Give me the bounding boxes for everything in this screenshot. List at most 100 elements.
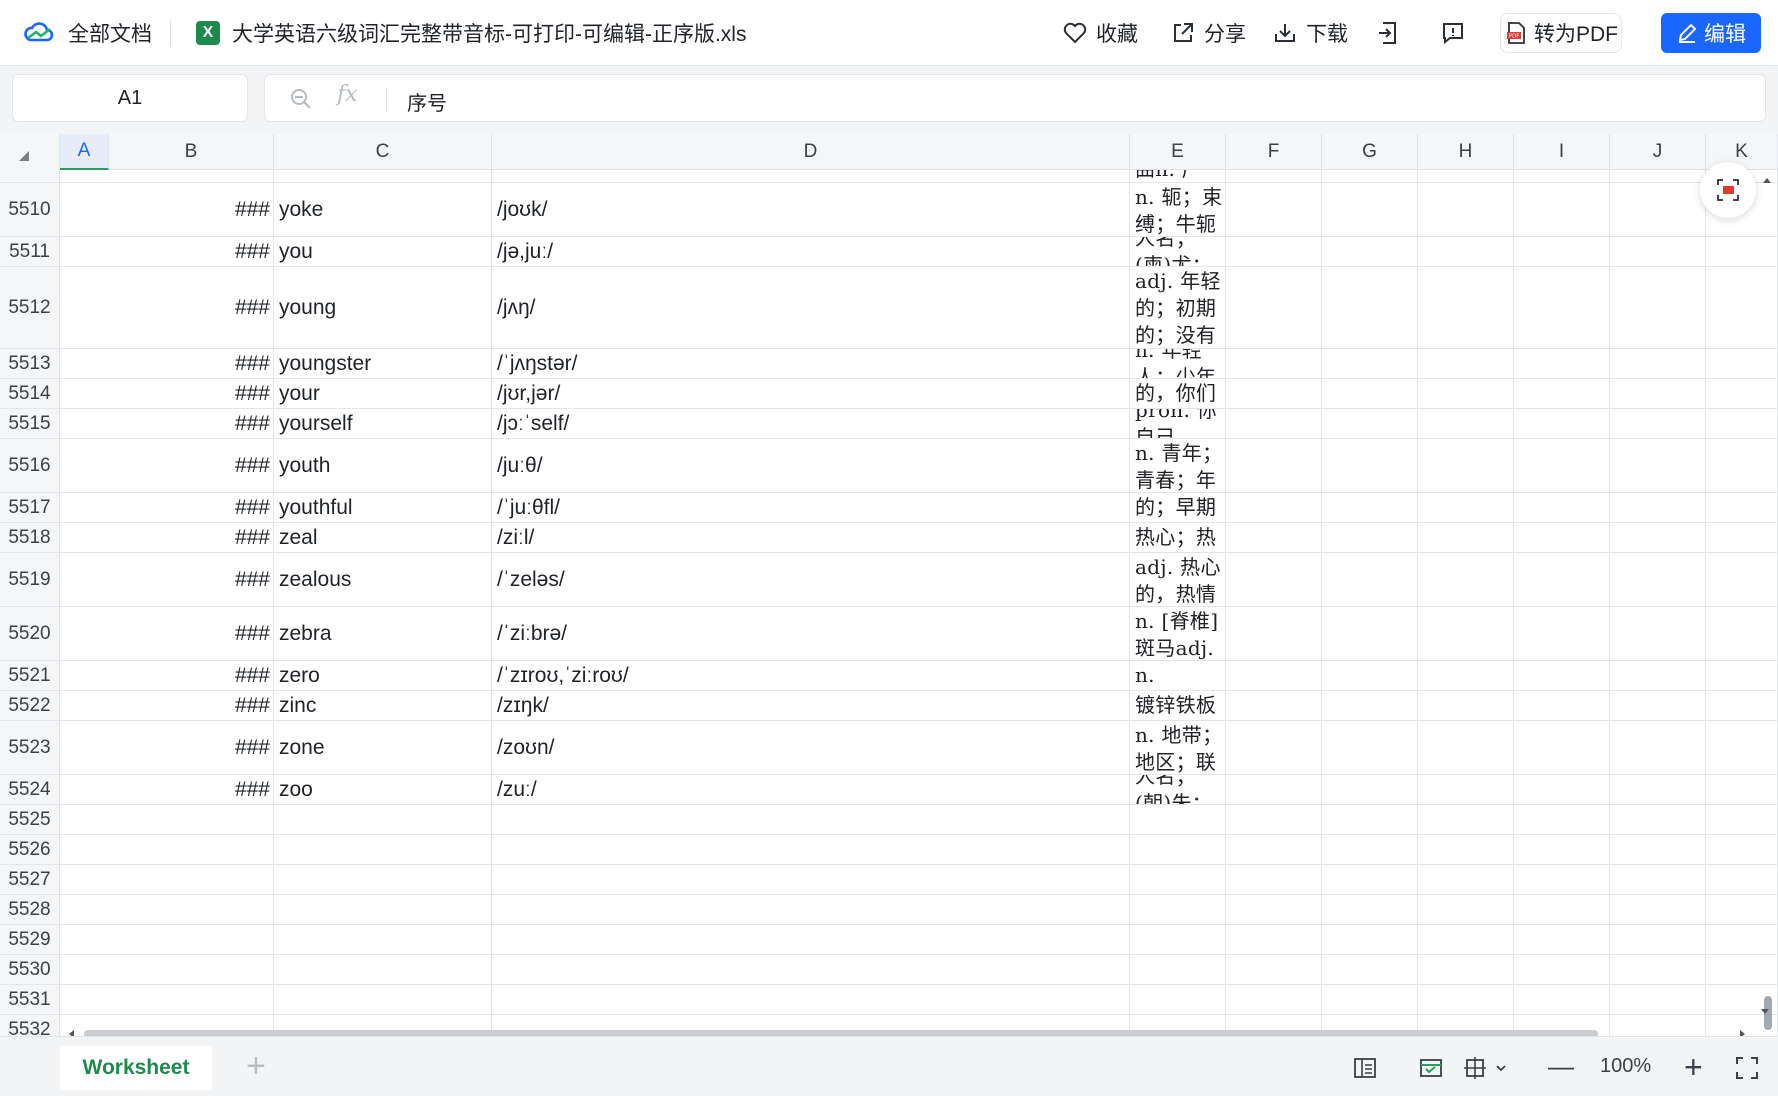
row-header[interactable]: 5513 (0, 349, 60, 378)
cell-a[interactable]: ### (109, 553, 274, 606)
cell-a[interactable] (109, 865, 274, 894)
cell-empty[interactable] (1514, 553, 1610, 606)
cell-d[interactable]: n. 热情；热心；热诚 (1130, 523, 1226, 552)
row-header[interactable]: 5523 (0, 721, 60, 774)
cell-empty[interactable] (1226, 349, 1322, 378)
cell-empty[interactable] (1610, 661, 1706, 690)
cell[interactable] (1418, 170, 1514, 182)
cell-empty[interactable] (1514, 775, 1610, 804)
cell-empty[interactable] (1226, 775, 1322, 804)
edit-button[interactable]: 编辑 (1661, 13, 1761, 53)
cell-d[interactable]: n. 地带；地区；联防vi. 分成区vt. 使分成地带；环绕n. (Zone)人… (1130, 721, 1226, 774)
cell-b[interactable]: zinc (274, 691, 492, 720)
cell-b[interactable]: you (274, 237, 492, 266)
cell-empty[interactable] (1418, 775, 1514, 804)
collect-button[interactable]: 收藏 (1062, 0, 1138, 66)
cell-empty[interactable] (1610, 925, 1706, 954)
cell-empty[interactable] (1514, 267, 1610, 348)
cell-empty[interactable] (1418, 237, 1514, 266)
cell[interactable] (1226, 170, 1322, 182)
column-header-a[interactable]: A (60, 134, 109, 170)
cell-empty[interactable] (1514, 835, 1610, 864)
row-header[interactable]: 5529 (0, 925, 60, 954)
cell-empty[interactable] (1418, 493, 1514, 522)
zoom-in-button[interactable]: + (1684, 1051, 1710, 1083)
cell-d[interactable] (1130, 805, 1226, 834)
cell-d[interactable]: n. 青年；青春；年轻；青少年时期n. (Youth)《芳华》（电影名） (1130, 439, 1226, 492)
cell-c[interactable] (492, 805, 1130, 834)
cell-c[interactable]: /ˈziːbrə/ (492, 607, 1130, 660)
cell-empty[interactable] (1226, 835, 1322, 864)
table-row-partial[interactable]: 曲n. 产量；利润，红利率 (0, 170, 1778, 183)
cell[interactable]: 曲n. 产量；利润，红利率 (1130, 170, 1226, 182)
zoom-out-icon[interactable] (289, 87, 313, 111)
export-icon[interactable] (1376, 20, 1402, 46)
cell-empty[interactable] (1610, 349, 1706, 378)
cell-empty[interactable] (1322, 183, 1418, 236)
cell-d[interactable]: pron. 你的，你们的 (1130, 379, 1226, 408)
cell-c[interactable]: /ˈzeləs/ (492, 553, 1130, 606)
cell-d[interactable]: adj. 年轻的；早期的 (1130, 493, 1226, 522)
cell-a[interactable] (109, 805, 274, 834)
table-row[interactable]: 5531 (0, 985, 1778, 1015)
cell-empty[interactable] (1418, 895, 1514, 924)
cell-d[interactable]: n. 轭；束缚；牛轭vt. 结合；给…上轭vi. 结合；匹配n. (Yoke)人… (1130, 183, 1226, 236)
cell[interactable] (1610, 170, 1706, 182)
cell-empty[interactable] (1322, 607, 1418, 660)
cell-empty[interactable] (1322, 439, 1418, 492)
cell-empty[interactable] (1610, 237, 1706, 266)
cell-empty[interactable] (1418, 523, 1514, 552)
cell-c[interactable]: /ˈjuːθfl/ (492, 493, 1130, 522)
row-header[interactable]: 5528 (0, 895, 60, 924)
cell-d[interactable]: n. [脊椎] 斑马adj. 有斑纹的（Zebra）斑马（文具品牌）；斑马公司（… (1130, 607, 1226, 660)
cell-b[interactable]: zoo (274, 775, 492, 804)
cell-b[interactable] (274, 985, 492, 1014)
cell-empty[interactable] (1610, 865, 1706, 894)
convert-to-pdf-button[interactable]: PDF 转为PDF (1500, 13, 1622, 53)
cell-empty[interactable] (1610, 721, 1706, 774)
cell-a[interactable] (109, 955, 274, 984)
cell-a[interactable]: ### (109, 607, 274, 660)
table-row[interactable]: 5520 ###zebra/ˈziːbrə/n. [脊椎] 斑马adj. 有斑纹的… (0, 607, 1778, 661)
cell-empty[interactable] (1514, 925, 1610, 954)
cell-d[interactable]: adj. 年轻的；初期的；没有经验的n. 年轻人；（动物的）崽，仔n. (You… (1130, 267, 1226, 348)
cell-empty[interactable] (1514, 607, 1610, 660)
cell-c[interactable]: /joʊk/ (492, 183, 1130, 236)
cell-empty[interactable] (1418, 661, 1514, 690)
table-row[interactable]: 5526 (0, 835, 1778, 865)
cell-empty[interactable] (1610, 955, 1706, 984)
cell-a[interactable]: ### (109, 523, 274, 552)
table-row[interactable]: 5528 (0, 895, 1778, 925)
cell-empty[interactable] (1226, 865, 1322, 894)
cell-c[interactable]: /jʊr,jər/ (492, 379, 1130, 408)
cell-d[interactable]: n. 年轻人；少年 (1130, 349, 1226, 378)
cell-empty[interactable] (1226, 439, 1322, 492)
cell-a[interactable]: ### (109, 493, 274, 522)
cell-empty[interactable] (1226, 379, 1322, 408)
share-button[interactable]: 分享 (1170, 0, 1246, 66)
cell-a[interactable] (109, 895, 274, 924)
cell-empty[interactable] (1514, 895, 1610, 924)
cell-empty[interactable] (1514, 661, 1610, 690)
cell-c[interactable]: /jə,juː/ (492, 237, 1130, 266)
table-row[interactable]: 5529 (0, 925, 1778, 955)
column-header-i[interactable]: I (1514, 134, 1610, 170)
cell-d[interactable] (1130, 925, 1226, 954)
table-row[interactable]: 5513 ### youngster/ˈjʌŋstər/n. 年轻人；少年 (0, 349, 1778, 379)
cell-empty[interactable] (1514, 985, 1610, 1014)
cell-empty[interactable] (1322, 691, 1418, 720)
cell-d[interactable] (1130, 985, 1226, 1014)
table-row[interactable]: 5517 ###youthful/ˈjuːθfl/adj. 年轻的；早期的 (0, 493, 1778, 523)
cell-empty[interactable] (1610, 985, 1706, 1014)
sidebar-panel-icon[interactable] (1352, 1055, 1378, 1081)
cell-empty[interactable] (1226, 985, 1322, 1014)
cell-empty[interactable] (1226, 955, 1322, 984)
row-header[interactable]: 5527 (0, 865, 60, 894)
zoom-out-button[interactable]: — (1548, 1053, 1574, 1081)
cell-empty[interactable] (1418, 925, 1514, 954)
cell-a[interactable] (109, 985, 274, 1014)
check-table-icon[interactable] (1418, 1055, 1444, 1081)
cell-b[interactable] (274, 895, 492, 924)
cell-empty[interactable] (1610, 607, 1706, 660)
table-row[interactable]: 5524 ###zoo/zuː/n. 动物园n. (Zoo)人名；(朝)朱；(阿拉… (0, 775, 1778, 805)
